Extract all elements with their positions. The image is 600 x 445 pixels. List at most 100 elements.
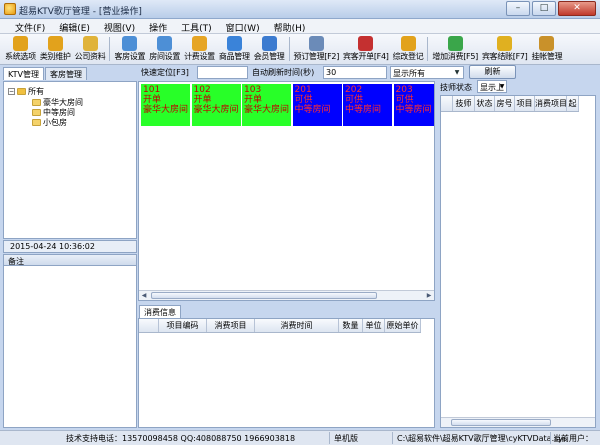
toolbar-button-label: 商品管理 bbox=[218, 52, 250, 61]
tree-item-small[interactable]: 小包房 bbox=[32, 117, 67, 128]
toolbar-button-8[interactable]: 预订管理[F2] bbox=[292, 34, 342, 64]
toolbar-separator bbox=[109, 37, 111, 61]
quick-locate-input[interactable] bbox=[197, 66, 248, 79]
toolbar-button-11[interactable]: 增加消费[F5] bbox=[430, 34, 480, 64]
quick-locate-label: 快速定位[F3] bbox=[141, 68, 189, 77]
toolbar-button-label: 综改登记 bbox=[392, 52, 424, 61]
scrollbar-thumb[interactable] bbox=[151, 292, 377, 299]
tech-grid: 技师 状态 房号 项目 消费项目起 bbox=[440, 95, 596, 428]
menu-tools[interactable]: 工具(T) bbox=[174, 19, 219, 34]
remark-textarea[interactable] bbox=[3, 266, 137, 428]
consume-column-header[interactable]: 消费项目 bbox=[207, 319, 255, 332]
consume-column-header[interactable]: 单位 bbox=[363, 319, 385, 332]
tab-ktv-management[interactable]: KTV管理 bbox=[3, 67, 44, 80]
toolbar-button-label: 类别维护 bbox=[39, 52, 71, 61]
menu-edit[interactable]: 编辑(E) bbox=[52, 19, 97, 34]
row-indicator-header bbox=[441, 96, 453, 111]
goods-icon bbox=[226, 36, 242, 51]
toolbar-button-2[interactable]: 公司资料 bbox=[73, 34, 108, 64]
toolbar-button-label: 宾客结账[F7] bbox=[481, 52, 528, 61]
room-tile-103[interactable]: 103 开单 豪华大房间 bbox=[242, 84, 291, 126]
toolbar-button-label: 会员管理 bbox=[253, 52, 285, 61]
room-type: 中等房间 bbox=[395, 105, 432, 115]
support-info: 技术支持电话：13570098458 QQ:408088750 19669038… bbox=[66, 434, 296, 443]
menu-operation[interactable]: 操作 bbox=[142, 19, 174, 34]
toolbar-button-6[interactable]: 商品管理 bbox=[217, 34, 252, 64]
room-type: 豪华大房间 bbox=[244, 105, 290, 115]
consume-column-header[interactable]: 数量 bbox=[339, 319, 363, 332]
room-tile-101[interactable]: 101 开单 豪华大房间 bbox=[141, 84, 190, 126]
room-number: 101 bbox=[143, 85, 161, 95]
consume-column-header[interactable]: 项目编码 bbox=[159, 319, 207, 332]
tech-column-header[interactable]: 项目 bbox=[515, 96, 535, 111]
scroll-right-icon[interactable]: ▶ bbox=[425, 292, 433, 300]
room-number: 102 bbox=[193, 85, 211, 95]
toolbar-button-9[interactable]: 宾客开单[F4] bbox=[341, 34, 391, 64]
tech-grid-header: 技师 状态 房号 项目 消费项目起 bbox=[441, 96, 579, 112]
room-grid-scrollbar[interactable]: ◀ ▶ bbox=[139, 290, 434, 300]
menu-window[interactable]: 窗口(W) bbox=[219, 19, 267, 34]
room-type: 中等房间 bbox=[294, 105, 331, 115]
credit-icon bbox=[539, 36, 555, 51]
current-datetime: 2015-04-24 10:36:02 bbox=[3, 240, 137, 253]
toolbar-button-13[interactable]: 挂帐管理 bbox=[530, 34, 565, 64]
consume-column-header[interactable]: 消费时间 bbox=[255, 319, 339, 332]
toolbar-button-5[interactable]: 计费设置 bbox=[182, 34, 217, 64]
toolbar-button-label: 系统选项 bbox=[5, 52, 36, 61]
refresh-time-input[interactable]: 30 bbox=[323, 66, 387, 79]
toolbar-button-label: 计费设置 bbox=[184, 52, 215, 61]
register-icon bbox=[400, 36, 416, 51]
room-number: 103 bbox=[244, 85, 262, 95]
tech-status-label: 技师状态 bbox=[440, 83, 472, 92]
toolbar-button-3[interactable]: 客房设置 bbox=[112, 34, 147, 64]
room-tile-202[interactable]: 202 可供 中等房间 bbox=[343, 84, 392, 126]
current-user: 当前用户： bbox=[553, 434, 593, 443]
left-tab-strip: KTV管理 客房管理 bbox=[3, 67, 87, 80]
room-status: 可供 bbox=[395, 95, 414, 105]
toolbar-button-7[interactable]: 会员管理 bbox=[252, 34, 287, 64]
toolbar-button-12[interactable]: 宾客结账[F7] bbox=[480, 34, 530, 64]
app-icon bbox=[4, 3, 16, 15]
toolbar-button-10[interactable]: 综改登记 bbox=[391, 34, 426, 64]
scrollbar-thumb[interactable] bbox=[451, 419, 551, 426]
tech-column-header[interactable]: 起 bbox=[567, 96, 579, 111]
menu-help[interactable]: 帮助(H) bbox=[267, 19, 313, 34]
menu-view[interactable]: 视图(V) bbox=[97, 19, 142, 34]
tree-item-label: 小包房 bbox=[43, 118, 67, 127]
tree-root[interactable]: − 所有 bbox=[8, 86, 44, 97]
room-tile-203[interactable]: 203 可供 中等房间 bbox=[393, 84, 434, 126]
data-file-path: C:\超易软件\超易KTV歌厅管理\cyKTVData.sys bbox=[397, 434, 568, 443]
maximize-button[interactable]: □ bbox=[532, 1, 556, 16]
refresh-button[interactable]: 刷新 bbox=[469, 65, 516, 79]
tech-column-header[interactable]: 房号 bbox=[495, 96, 515, 111]
consume-column-header[interactable]: 原始单价 bbox=[385, 319, 421, 332]
company-icon bbox=[82, 36, 98, 51]
scroll-left-icon[interactable]: ◀ bbox=[140, 292, 148, 300]
room-status: 可供 bbox=[294, 95, 313, 105]
toolbar-button-label: 增加消费[F5] bbox=[432, 52, 478, 61]
room-status: 开单 bbox=[244, 95, 263, 105]
toolbar-button-label: 客房设置 bbox=[114, 52, 146, 61]
tech-column-header[interactable]: 消费项目 bbox=[535, 96, 567, 111]
tech-column-header[interactable]: 技师 bbox=[453, 96, 475, 111]
tab-consume-info[interactable]: 消费信息 bbox=[139, 305, 181, 318]
close-button[interactable]: ✕ bbox=[558, 1, 596, 16]
remark-header: 备注 bbox=[3, 254, 137, 266]
toolbar-button-label: 公司资料 bbox=[74, 52, 106, 61]
display-filter-select[interactable]: 显示所有 ▼ bbox=[390, 66, 464, 79]
menu-file[interactable]: 文件(F) bbox=[8, 19, 52, 34]
tech-column-header[interactable]: 状态 bbox=[475, 96, 495, 111]
toolbar-button-0[interactable]: 系统选项 bbox=[3, 34, 38, 64]
collapse-icon[interactable]: − bbox=[8, 88, 15, 95]
room-tile-201[interactable]: 201 可供 中等房间 bbox=[292, 84, 342, 126]
toolbar-button-1[interactable]: 类别维护 bbox=[38, 34, 73, 64]
consume-grid-header: 项目编码 消费项目 消费时间 数量 单位 原始单价 bbox=[139, 319, 421, 333]
tab-room-management[interactable]: 客房管理 bbox=[44, 67, 87, 80]
room-tile-102[interactable]: 102 开单 豪华大房间 bbox=[191, 84, 241, 126]
toolbar: 系统选项 类别维护 公司资料 客房设置 房间设置 计费设置 商品管理 会员管理 预订管理[F2]… bbox=[0, 34, 600, 65]
toolbar-button-4[interactable]: 房间设置 bbox=[147, 34, 182, 64]
minimize-button[interactable]: – bbox=[506, 1, 530, 16]
tech-status-select[interactable]: 显示上 ▼ bbox=[477, 80, 507, 93]
tech-grid-scrollbar[interactable] bbox=[441, 417, 595, 427]
room-grid: 203 可供 中等房间 202 可供 中等房间 201 可供 中等房间 103 开单 豪华大房间 102… bbox=[138, 81, 435, 301]
